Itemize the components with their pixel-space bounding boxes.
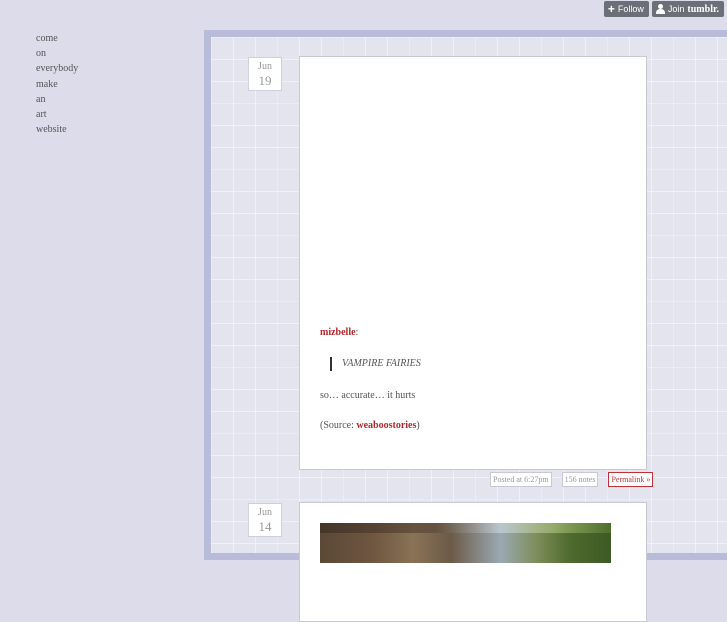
join-label: Join <box>667 4 685 14</box>
nav-item-make[interactable]: make <box>36 77 78 92</box>
follow-label: Follow <box>617 4 644 14</box>
post-date-day: 19 <box>258 73 272 88</box>
photo-post <box>299 502 647 622</box>
post-date: Jun 19 <box>248 57 282 91</box>
text-post: mizbelle: VAMPIRE FAIRIES so… accurate… … <box>299 56 647 470</box>
post-date: Jun 14 <box>248 503 282 537</box>
nav-item-an[interactable]: an <box>36 92 78 107</box>
nav-item-art[interactable]: art <box>36 107 78 122</box>
source-prefix: (Source: <box>320 420 357 431</box>
sidebar-nav: come on everybody make an art website <box>36 31 78 137</box>
join-tumblr-button[interactable]: Join tumblr. <box>651 1 724 17</box>
content-area: Jun 19 mizbelle: VAMPIRE FAIRIES so… acc… <box>211 37 727 622</box>
post-photo[interactable] <box>320 523 611 563</box>
post-quote: VAMPIRE FAIRIES <box>330 357 421 371</box>
author-link[interactable]: mizbelle <box>320 327 356 338</box>
post-meta: Posted at 6:27pm 156 notes Permalink » <box>490 472 654 487</box>
tumblr-brand: tumblr. <box>687 3 719 15</box>
post-date-month: Jun <box>258 507 272 518</box>
post-author: mizbelle: <box>320 327 358 338</box>
content-frame: Jun 19 mizbelle: VAMPIRE FAIRIES so… acc… <box>204 30 727 622</box>
post-date-month: Jun <box>258 61 272 72</box>
nav-item-on[interactable]: on <box>36 46 78 61</box>
plus-icon: + <box>607 2 615 16</box>
notes-count[interactable]: 156 notes <box>561 472 599 487</box>
posted-time[interactable]: Posted at 6:27pm <box>490 472 552 487</box>
nav-item-website[interactable]: website <box>36 122 78 137</box>
person-icon <box>655 4 665 14</box>
source-link[interactable]: weaboostories <box>356 420 416 431</box>
follow-button[interactable]: + Follow <box>603 1 649 17</box>
source-suffix: ) <box>416 420 420 431</box>
tumblr-controls: + Follow Join tumblr. <box>603 1 724 17</box>
nav-item-everybody[interactable]: everybody <box>36 61 78 76</box>
author-suffix: : <box>355 327 359 338</box>
post-date-day: 14 <box>258 519 272 534</box>
post-body: so… accurate… it hurts <box>320 390 416 401</box>
permalink-link[interactable]: Permalink » <box>608 472 654 487</box>
post-source: (Source: weaboostories) <box>320 420 420 431</box>
nav-item-come[interactable]: come <box>36 31 78 46</box>
